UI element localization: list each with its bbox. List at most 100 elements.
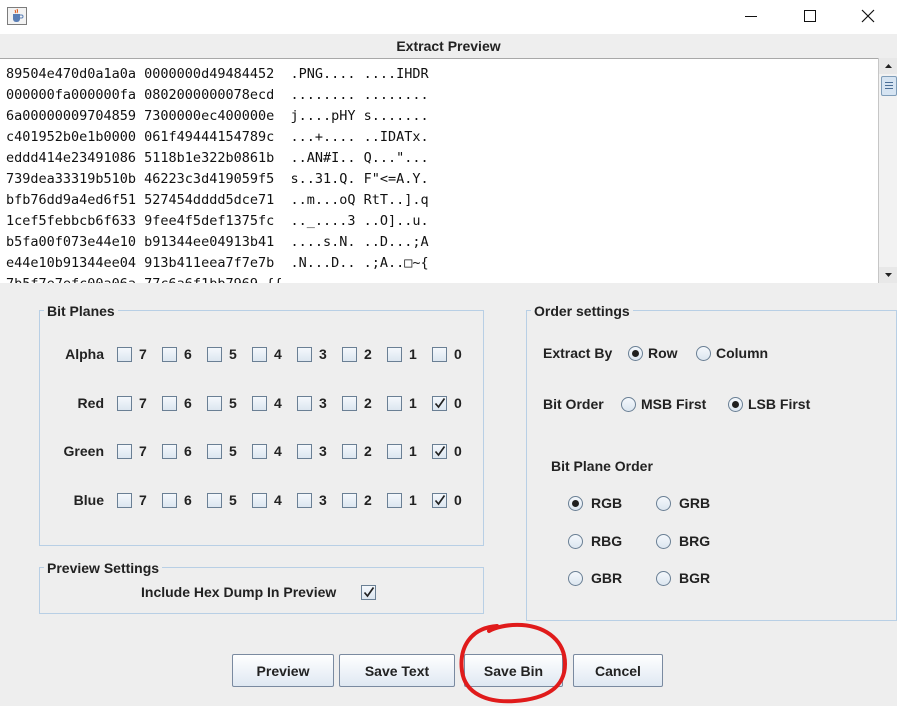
checkmark-icon xyxy=(434,446,446,457)
radio-lsb-first[interactable] xyxy=(728,397,743,412)
bit-checkbox-green-3[interactable] xyxy=(297,444,312,460)
radio-column[interactable] xyxy=(696,346,711,361)
checkmark-icon xyxy=(363,587,375,598)
bit-label: 3 xyxy=(319,346,327,362)
bit-checkbox-blue-2[interactable] xyxy=(342,493,357,509)
bit-checkbox-red-0[interactable] xyxy=(432,395,447,411)
preview-settings-title: Preview Settings xyxy=(44,559,163,577)
bit-order-label: Bit Order xyxy=(543,396,604,412)
hex-preview-area[interactable]: 89504e470d0a1a0a 0000000d49484452 .PNG..… xyxy=(0,58,878,283)
bit-checkbox-blue-3[interactable] xyxy=(297,493,312,509)
preview-title: Extract Preview xyxy=(396,38,501,54)
bit-checkbox-alpha-6[interactable] xyxy=(162,347,177,362)
radio-rbg-label: RBG xyxy=(591,533,623,549)
radio-msb-first[interactable] xyxy=(621,397,636,412)
radio-rbg[interactable] xyxy=(568,534,583,549)
maximize-button[interactable] xyxy=(780,0,838,34)
checkmark-icon xyxy=(434,397,446,409)
title-bar xyxy=(0,0,897,34)
bit-checkbox-red-1[interactable] xyxy=(387,395,402,411)
radio-row-label: Row xyxy=(648,345,678,361)
bit-checkbox-green-2[interactable] xyxy=(342,444,357,460)
bit-checkbox-green-6[interactable] xyxy=(162,444,177,460)
arrow-up-icon xyxy=(885,64,892,68)
bit-label: 5 xyxy=(229,346,237,362)
bit-label: 2 xyxy=(364,443,372,460)
include-hex-checkbox[interactable] xyxy=(361,585,376,600)
bit-label: 5 xyxy=(229,394,237,411)
bit-checkbox-red-7[interactable] xyxy=(117,395,132,411)
include-hex-label: Include Hex Dump In Preview xyxy=(141,584,337,600)
bit-checkbox-blue-0[interactable] xyxy=(432,493,447,509)
hex-dump-line: b5fa00f073e44e10 b91344ee04913b41 ....s.… xyxy=(6,234,429,250)
radio-dot xyxy=(632,350,639,357)
radio-gbr[interactable] xyxy=(568,571,583,586)
bit-checkbox-alpha-5[interactable] xyxy=(207,347,222,362)
bit-checkbox-green-1[interactable] xyxy=(387,444,402,460)
bit-label: 7 xyxy=(139,443,147,460)
bit-label: 4 xyxy=(274,492,282,509)
bit-label: 6 xyxy=(184,346,192,362)
bit-label: 2 xyxy=(364,492,372,509)
radio-rgb-label: RGB xyxy=(591,495,623,511)
bit-checkbox-green-5[interactable] xyxy=(207,444,222,460)
bit-checkbox-blue-1[interactable] xyxy=(387,493,402,509)
scroll-thumb[interactable] xyxy=(881,76,897,96)
bit-label: 7 xyxy=(139,492,147,509)
bit-checkbox-red-6[interactable] xyxy=(162,395,177,411)
save-text-button[interactable]: Save Text xyxy=(339,654,455,687)
hex-dump-line: eddd414e23491086 5118b1e322b0861b ..AN#I… xyxy=(6,150,429,166)
radio-dot xyxy=(572,500,579,507)
bit-checkbox-alpha-4[interactable] xyxy=(252,347,267,362)
bit-label: 4 xyxy=(274,346,282,362)
grip-line xyxy=(885,85,893,86)
preview-scrollbar[interactable] xyxy=(878,58,897,283)
bit-checkbox-blue-4[interactable] xyxy=(252,493,267,509)
bit-checkbox-green-4[interactable] xyxy=(252,444,267,460)
bit-checkbox-alpha-7[interactable] xyxy=(117,347,132,362)
bit-checkbox-green-0[interactable] xyxy=(432,444,447,460)
bit-checkbox-blue-6[interactable] xyxy=(162,493,177,509)
radio-grb-label: GRB xyxy=(679,495,711,511)
bit-checkbox-red-4[interactable] xyxy=(252,395,267,411)
preview-button[interactable]: Preview xyxy=(232,654,334,687)
arrow-down-icon xyxy=(885,273,892,277)
bit-checkbox-red-3[interactable] xyxy=(297,395,312,411)
radio-column-label: Column xyxy=(716,345,769,361)
radio-rgb[interactable] xyxy=(568,496,583,511)
scroll-down-button[interactable] xyxy=(879,267,897,283)
close-button[interactable] xyxy=(839,0,897,34)
scroll-up-button[interactable] xyxy=(879,58,897,74)
bit-checkbox-alpha-3[interactable] xyxy=(297,347,312,362)
bit-label: 0 xyxy=(454,443,462,460)
radio-brg[interactable] xyxy=(656,534,671,549)
bit-label: 6 xyxy=(184,394,192,411)
bit-label: 6 xyxy=(184,443,192,460)
cancel-button[interactable]: Cancel xyxy=(573,654,663,687)
hex-dump-line: 739dea33319b510b 46223c3d419059f5 s..31.… xyxy=(6,171,429,187)
radio-bgr[interactable] xyxy=(656,571,671,586)
bit-checkbox-red-5[interactable] xyxy=(207,395,222,411)
bit-checkbox-alpha-1[interactable] xyxy=(387,347,402,362)
bit-label: 0 xyxy=(454,346,462,362)
hex-dump-line: bfb76dd9a4ed6f51 527454dddd5dce71 ..m...… xyxy=(6,192,429,208)
bit-label: 1 xyxy=(409,443,417,460)
bit-checkbox-green-7[interactable] xyxy=(117,444,132,460)
bit-checkbox-blue-5[interactable] xyxy=(207,493,222,509)
bit-label: 6 xyxy=(184,492,192,509)
bit-label: 3 xyxy=(319,492,327,509)
bit-label: 0 xyxy=(454,492,462,509)
radio-grb[interactable] xyxy=(656,496,671,511)
minimize-button[interactable] xyxy=(722,0,780,34)
dialog-content: Extract Preview 89504e470d0a1a0a 0000000… xyxy=(0,34,897,706)
radio-msb-first-label: MSB First xyxy=(641,396,707,412)
save-bin-button[interactable]: Save Bin xyxy=(464,654,563,687)
bit-label: 5 xyxy=(229,492,237,509)
bit-checkbox-alpha-2[interactable] xyxy=(342,347,357,362)
checkmark-icon xyxy=(434,495,446,506)
bit-checkbox-red-2[interactable] xyxy=(342,395,357,411)
bit-label: 4 xyxy=(274,443,282,460)
bit-checkbox-blue-7[interactable] xyxy=(117,493,132,509)
bit-checkbox-alpha-0[interactable] xyxy=(432,347,447,362)
radio-row[interactable] xyxy=(628,346,643,361)
